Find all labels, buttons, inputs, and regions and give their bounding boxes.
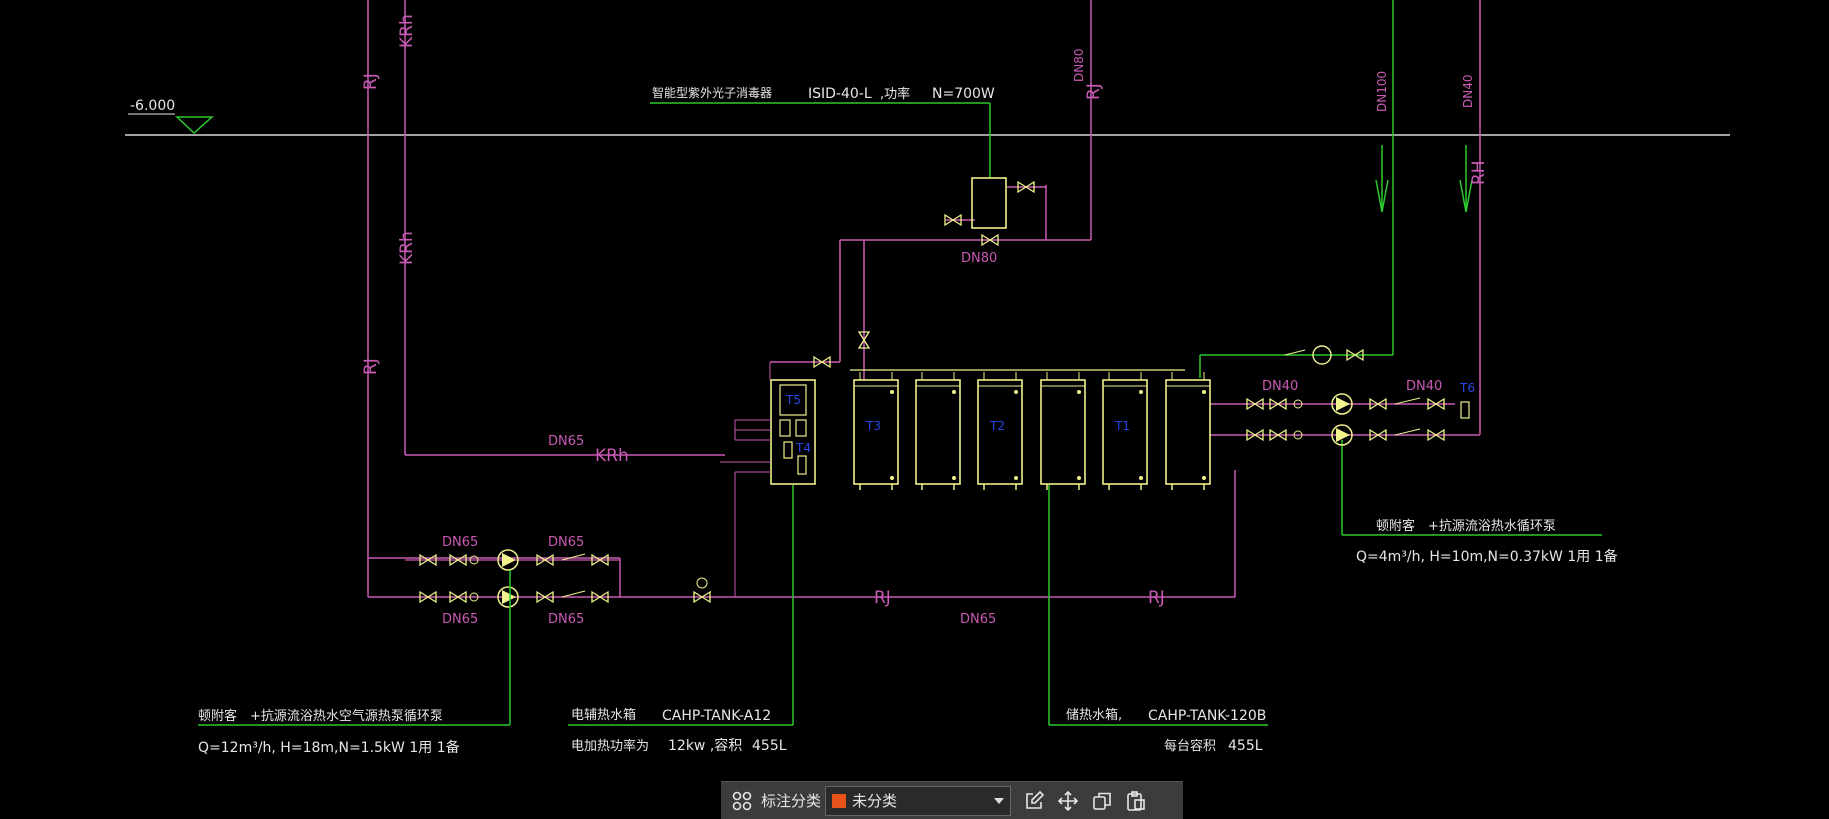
krh-label-top: KRh	[397, 14, 417, 48]
pump-right-note: 顿附客 +抗源流浴热水循环泵 Q=4m³/h, H=10m,N=0.37kW 1…	[1356, 518, 1618, 565]
sterilizer-note: ,功率	[880, 86, 910, 102]
dn65-label-1: DN65	[442, 535, 478, 550]
pump-right-desc: +抗源流浴热水循环泵	[1428, 519, 1556, 534]
electric-tank-volume: 455L	[752, 738, 787, 754]
category-selected-value: 未分类	[852, 792, 898, 810]
paste-icon[interactable]	[1119, 785, 1153, 817]
tank-tag-t2: T2	[989, 419, 1005, 433]
tank-tag-t4: T4	[795, 441, 811, 455]
rh-label: RH	[1469, 160, 1489, 185]
storage-tank-note: 储热水箱, CAHP-TANK-120B 每台容积 455L	[1066, 707, 1266, 754]
annotation-toolbar: 标注分类 未分类	[721, 781, 1183, 819]
dn65-label-4: DN65	[548, 612, 584, 627]
storage-tanks	[850, 369, 1211, 491]
electric-tank-note: 电辅热水箱 CAHP-TANK-A12 电加热功率为 12kw ,容积 455L	[571, 707, 787, 754]
pump-left-note: 顿附客 +抗源流浴热水空气源热泵循环泵 Q=12m³/h, H=18m,N=1.…	[198, 708, 460, 756]
right-pump-group	[1246, 345, 1470, 446]
rj-label-right: RJ	[1084, 83, 1104, 100]
uv-sterilizer	[813, 177, 1035, 368]
green-pipes	[198, 0, 1602, 726]
pump-right-title: 顿附客	[1376, 518, 1415, 534]
tank-tag-t3: T3	[865, 419, 881, 433]
dn65-label-3: DN65	[442, 612, 478, 627]
tank-tag-t6: T6	[1459, 381, 1475, 395]
storage-tank-sub: 每台容积	[1164, 738, 1216, 754]
dn65-label-krh: DN65	[548, 434, 584, 449]
copy-icon[interactable]	[1085, 785, 1119, 817]
electric-tank-power: 12kw ,容积	[668, 737, 742, 754]
edit-icon[interactable]	[1017, 785, 1051, 817]
krh-label-mid: KRh	[397, 231, 417, 265]
rj-label-left-mid: RJ	[361, 358, 381, 375]
category-color-swatch	[832, 793, 847, 808]
rj-label-bottom-1: RJ	[874, 588, 891, 608]
tank-tag-t5: T5	[785, 393, 801, 407]
dn80-label-vertical: DN80	[1072, 49, 1086, 83]
electric-tank-sub: 电加热功率为	[571, 738, 649, 754]
storage-tank-volume: 455L	[1228, 738, 1263, 754]
dn40-label-vertical: DN40	[1461, 75, 1475, 109]
pump-left-title: 顿附客	[198, 708, 237, 724]
dn80-label-sterilizer: DN80	[961, 251, 997, 266]
annotation-category-label: 标注分类	[761, 792, 822, 810]
grid-icon[interactable]	[725, 785, 759, 817]
electric-tank-model: CAHP-TANK-A12	[662, 708, 771, 724]
krh-label-horizontal: KRh	[595, 446, 629, 466]
dn40-label-1: DN40	[1262, 379, 1298, 394]
storage-tank-model: CAHP-TANK-120B	[1148, 708, 1266, 724]
category-select[interactable]: 未分类	[825, 785, 1012, 816]
storage-tank-name: 储热水箱,	[1066, 707, 1122, 723]
dn65-label-2: DN65	[548, 535, 584, 550]
left-return-pipes	[367, 0, 1235, 598]
dn100-label: DN100	[1375, 71, 1389, 112]
tank-tag-t1: T1	[1114, 419, 1130, 433]
pump-left-desc: +抗源流浴热水空气源热泵循环泵	[250, 708, 443, 724]
rj-label-left-top: RJ	[361, 73, 381, 90]
sterilizer-power: N=700W	[932, 86, 995, 102]
dn65-label-bottom: DN65	[960, 612, 996, 627]
sterilizer-name: 智能型紫外光子消毒器	[652, 85, 772, 100]
sterilizer-model: ISID-40-L	[808, 86, 872, 102]
right-pipes	[770, 0, 1481, 597]
level-label: -6.000	[130, 98, 175, 114]
electric-tank-name: 电辅热水箱	[571, 707, 636, 723]
pump-right-spec: Q=4m³/h, H=10m,N=0.37kW 1用 1备	[1356, 548, 1618, 565]
move-icon[interactable]	[1051, 785, 1085, 817]
rj-label-bottom-2: RJ	[1148, 588, 1165, 608]
pump-left-spec: Q=12m³/h, H=18m,N=1.5kW 1用 1备	[198, 739, 460, 756]
dn40-label-2: DN40	[1406, 379, 1442, 394]
cad-drawing-canvas[interactable]: -6.000 RJ RJ KRh KRh DN65 KRh DN65 DN65 …	[0, 0, 1829, 819]
chevron-down-icon	[994, 797, 1005, 804]
